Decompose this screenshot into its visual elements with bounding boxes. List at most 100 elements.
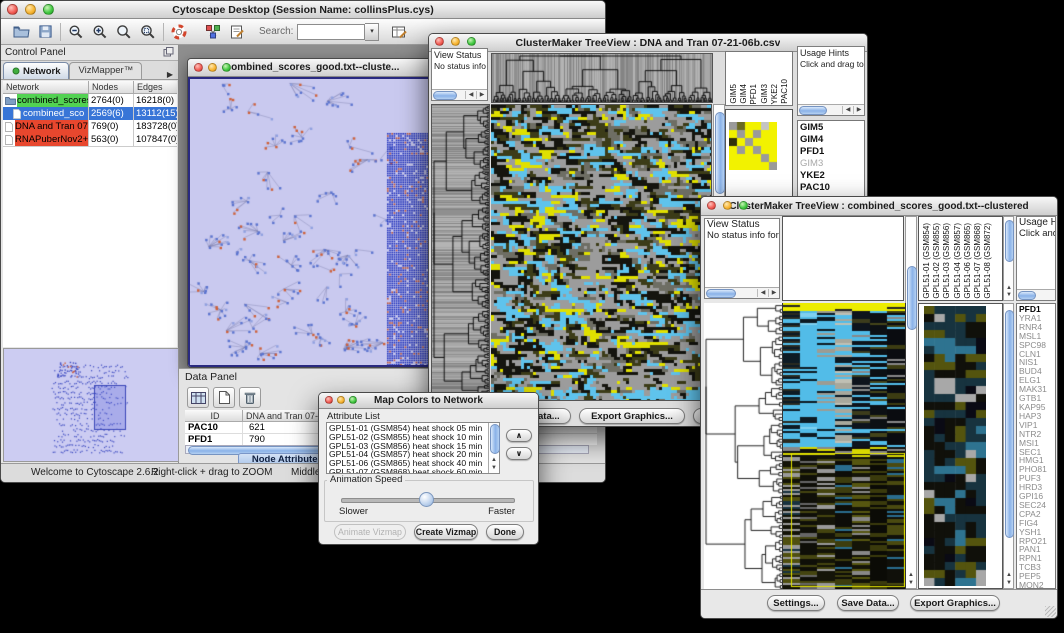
done-button[interactable]: Done (486, 524, 524, 540)
data-col-id[interactable]: ID (185, 410, 243, 422)
scroll-down-arrow[interactable]: ▼ (489, 465, 499, 472)
network-list-empty[interactable] (3, 146, 177, 347)
move-up-button[interactable]: ∧ (506, 429, 532, 442)
usage-hints-hscrollbar[interactable] (1017, 289, 1055, 300)
zoom-fit-icon[interactable] (112, 22, 136, 42)
network-canvas[interactable] (190, 79, 435, 365)
close-icon[interactable] (325, 396, 333, 404)
open-folder-icon[interactable] (9, 22, 33, 42)
zoom-selected-icon[interactable] (136, 22, 160, 42)
minimize-icon[interactable] (451, 37, 460, 46)
scroll-left-arrow[interactable]: ◀ (842, 106, 853, 114)
close-icon[interactable] (435, 37, 444, 46)
zoom-heatmap[interactable] (729, 122, 777, 170)
resize-grip[interactable] (1045, 606, 1056, 617)
move-down-button[interactable]: ∨ (506, 447, 532, 460)
birdseye-navigator[interactable] (3, 348, 179, 462)
zoom-out-icon[interactable] (64, 22, 88, 42)
col-edges[interactable]: Edges (134, 81, 177, 94)
col-network[interactable]: Network (3, 81, 89, 94)
close-icon[interactable] (707, 201, 716, 210)
scroll-left-arrow[interactable]: ◀ (757, 289, 768, 297)
network-view-titlebar[interactable]: combined_scores_good.txt--cluste... (188, 59, 437, 77)
tab-network[interactable]: Network (3, 62, 69, 79)
tab-vizmapper[interactable]: VizMapper™ (69, 62, 142, 79)
scroll-left-arrow[interactable]: ◀ (465, 91, 476, 99)
zoom-window-icon[interactable] (349, 396, 357, 404)
help-lifering-icon[interactable] (167, 22, 191, 42)
scroll-down-arrow[interactable]: ▼ (1004, 292, 1014, 299)
global-heatmap[interactable] (782, 303, 906, 590)
network-table: Network Nodes Edges combined_scores 2764… (3, 81, 177, 347)
view-status-hscrollbar[interactable]: ◀▶ (705, 287, 779, 298)
scroll-right-arrow[interactable]: ▶ (476, 91, 487, 99)
dialog-titlebar[interactable]: Map Colors to Network (319, 393, 538, 409)
treeview-combined-titlebar[interactable]: ClusterMaker TreeView : combined_scores_… (701, 197, 1057, 216)
close-icon[interactable] (194, 63, 203, 72)
scroll-down-arrow[interactable]: ▼ (906, 580, 916, 587)
zoom-window-icon[interactable] (222, 63, 231, 72)
file-icon (5, 122, 13, 132)
zoom-window-icon[interactable] (43, 4, 54, 15)
main-titlebar[interactable]: Cytoscape Desktop (Session Name: collins… (1, 1, 605, 19)
settings-button[interactable]: Settings... (767, 595, 825, 611)
usage-hints-hscrollbar[interactable]: ◀▶ (798, 104, 864, 115)
export-graphics-button[interactable]: Export Graphics... (579, 408, 685, 424)
table-row[interactable]: RNAPuberNov2+ 563(0) 107847(0) (3, 133, 177, 146)
col-nodes[interactable]: Nodes (89, 81, 134, 94)
zoom-vscrollbar[interactable]: ▲ ▼ (1003, 303, 1014, 589)
table-row-selected[interactable]: combined_sco 2569(6) 13112(15) (3, 107, 177, 120)
close-icon[interactable] (7, 4, 18, 15)
scroll-up-arrow[interactable]: ▲ (1004, 285, 1014, 292)
zoom-heatmap[interactable] (924, 306, 986, 586)
vizmapper-icon[interactable] (201, 22, 225, 42)
column-label: GIM3 (760, 84, 769, 104)
annotation-icon[interactable] (225, 22, 249, 42)
scroll-right-arrow[interactable]: ▶ (853, 106, 864, 114)
scroll-up-arrow[interactable]: ▲ (489, 457, 499, 464)
heatmap-vscrollbar[interactable]: ▲ ▼ (905, 216, 917, 589)
column-tree-area[interactable] (782, 216, 904, 301)
row-dendrogram[interactable] (704, 303, 782, 589)
scroll-up-arrow[interactable]: ▲ (1004, 572, 1014, 579)
column-labels-vscrollbar[interactable]: ▲ ▼ (1003, 216, 1014, 301)
attribute-editor-icon[interactable] (387, 22, 411, 42)
scroll-right-arrow[interactable]: ▶ (768, 289, 779, 297)
select-attributes-icon[interactable] (187, 387, 209, 408)
scroll-up-arrow[interactable]: ▲ (906, 572, 916, 579)
float-panel-icon[interactable] (163, 44, 174, 62)
save-data-button[interactable]: Save Data... (837, 595, 899, 611)
table-row[interactable]: combined_scores 2764(0) 16218(0) (3, 94, 177, 107)
scroll-down-arrow[interactable]: ▼ (1004, 580, 1014, 587)
speed-slider-thumb[interactable] (419, 492, 434, 507)
usage-hints-text: Click and drag to (1017, 228, 1055, 239)
save-icon[interactable] (33, 22, 57, 42)
attribute-listbox[interactable]: GPL51-01 (GSM854) heat shock 05 minGPL51… (326, 422, 500, 474)
zoom-window-icon[interactable] (467, 37, 476, 46)
zoom-in-icon[interactable] (88, 22, 112, 42)
export-graphics-button[interactable]: Export Graphics... (910, 595, 1000, 611)
view-status-hscrollbar[interactable]: ◀▶ (432, 89, 487, 100)
treeview-combined-title: ClusterMaker TreeView : combined_scores_… (729, 201, 1028, 212)
column-dendrogram[interactable] (491, 53, 713, 103)
row-dendrogram[interactable] (431, 104, 490, 401)
global-heatmap[interactable] (491, 104, 712, 401)
minimize-icon[interactable] (25, 4, 36, 15)
create-vizmap-button[interactable]: Create Vizmap (414, 524, 478, 540)
table-row[interactable]: DNA and Tran 07 769(0) 183728(0) (3, 120, 177, 133)
search-dropdown-button[interactable]: ▾ (365, 23, 379, 41)
create-attribute-icon[interactable] (213, 387, 235, 408)
minimize-icon[interactable] (337, 396, 345, 404)
minimize-icon[interactable] (208, 63, 217, 72)
search-input[interactable] (297, 24, 365, 40)
column-label: GIM5 (729, 84, 738, 104)
attribute-list-vscrollbar[interactable]: ▲ ▼ (488, 423, 499, 473)
column-label: GPL51-03 (GSM856) (942, 223, 951, 299)
animate-vizmap-button[interactable]: Animate Vizmap (334, 524, 406, 540)
delete-attribute-icon[interactable] (239, 387, 261, 408)
tab-overflow-arrow[interactable]: ▶ (164, 70, 176, 79)
minimize-icon[interactable] (723, 201, 732, 210)
usage-hints-text: Click and drag to (798, 58, 864, 69)
view-status-text: No status info for (705, 230, 779, 241)
zoom-window-icon[interactable] (739, 201, 748, 210)
